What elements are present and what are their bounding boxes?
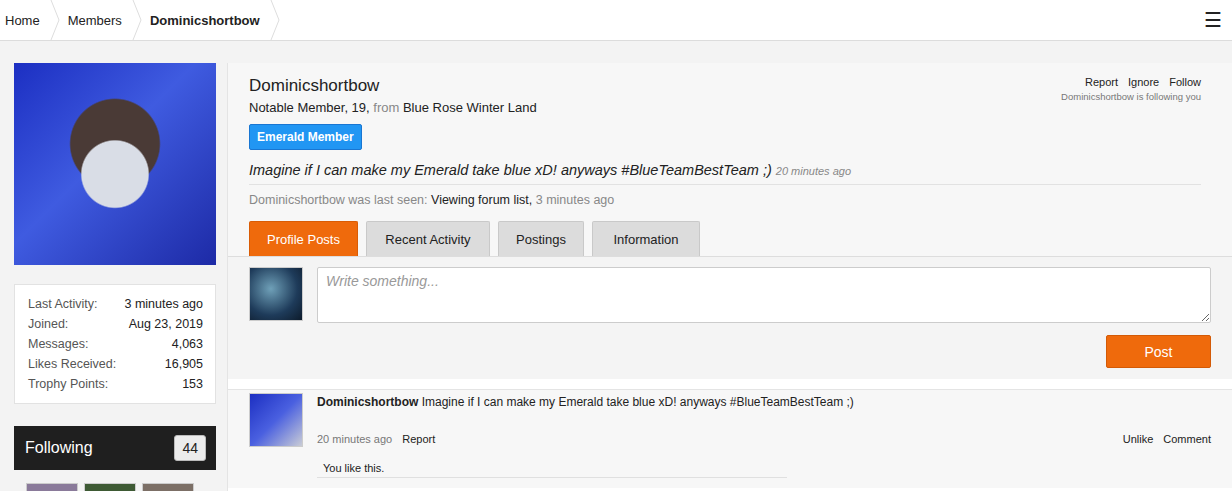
breadcrumb-item[interactable]: Home bbox=[0, 0, 60, 40]
post-author[interactable]: Dominicshortbow bbox=[317, 395, 418, 409]
chevron-icon bbox=[50, 0, 60, 40]
stat-value: 3 minutes ago bbox=[124, 294, 203, 314]
stat-label: Trophy Points: bbox=[28, 374, 108, 394]
composer: Post bbox=[228, 256, 1232, 379]
following-avatar[interactable] bbox=[26, 483, 78, 491]
tab[interactable]: Postings bbox=[498, 221, 584, 256]
stat-label: Last Activity: bbox=[28, 294, 97, 314]
stat-value: 16,905 bbox=[165, 354, 203, 374]
post-time: 20 minutes ago bbox=[317, 433, 392, 445]
tab-bar: Profile PostsRecent ActivityPostingsInfo… bbox=[249, 221, 1201, 256]
status-message: Imagine if I can make my Emerald take bl… bbox=[249, 162, 1201, 185]
tab[interactable]: Information bbox=[592, 221, 700, 256]
author-avatar bbox=[249, 393, 303, 447]
profile-post: Dominicshortbow Imagine if I can make my… bbox=[228, 389, 1232, 488]
profile-avatar bbox=[14, 63, 216, 265]
stat-row: Trophy Points: 153 bbox=[28, 374, 203, 394]
username: Dominicshortbow bbox=[249, 75, 537, 97]
post-text: Dominicshortbow Imagine if I can make my… bbox=[317, 393, 1211, 410]
stat-row: Joined: Aug 23, 2019 bbox=[28, 314, 203, 334]
stat-label: Messages: bbox=[28, 334, 88, 354]
breadcrumb-item[interactable]: Members bbox=[60, 0, 142, 40]
stat-value: 153 bbox=[182, 374, 203, 394]
user-blurb: Notable Member, 19, from Blue Rose Winte… bbox=[249, 99, 537, 117]
following-count: 44 bbox=[174, 435, 206, 461]
post-action[interactable]: Unlike bbox=[1123, 433, 1154, 445]
stat-value: 4,063 bbox=[172, 334, 203, 354]
post-action[interactable]: Comment bbox=[1163, 433, 1211, 445]
following-avatar[interactable] bbox=[142, 483, 194, 491]
post-button[interactable]: Post bbox=[1106, 335, 1211, 368]
stat-row: Messages: 4,063 bbox=[28, 334, 203, 354]
likes-summary: You like this. bbox=[317, 459, 787, 478]
menu-icon[interactable]: ☰ bbox=[1200, 8, 1226, 32]
breadcrumb: HomeMembersDominicshortbow bbox=[0, 0, 280, 40]
post-input[interactable] bbox=[317, 267, 1211, 323]
post-action[interactable]: Report bbox=[402, 433, 435, 445]
following-header[interactable]: Following44 bbox=[14, 426, 216, 470]
stat-label: Likes Received: bbox=[28, 354, 116, 374]
tab[interactable]: Profile Posts bbox=[249, 221, 358, 256]
profile-main: Dominicshortbow Notable Member, 19, from … bbox=[227, 63, 1232, 491]
action-link[interactable]: Ignore bbox=[1128, 76, 1159, 88]
post-meta: 20 minutes ago Report Unlike Comment bbox=[317, 433, 1211, 445]
last-seen: Dominicshortbow was last seen: Viewing f… bbox=[249, 193, 1201, 207]
user-badge: Emerald Member bbox=[249, 124, 362, 150]
stat-value: Aug 23, 2019 bbox=[129, 314, 203, 334]
page: Last Activity: 3 minutes ago Joined: Aug 23… bbox=[0, 41, 1232, 491]
profile-actions: Report Ignore Follow bbox=[1085, 76, 1201, 88]
location-link[interactable]: Blue Rose Winter Land bbox=[403, 100, 537, 115]
action-link[interactable]: Follow bbox=[1169, 76, 1201, 88]
following-note: Dominicshortbow is following you bbox=[1061, 91, 1201, 102]
viewer-avatar bbox=[249, 267, 303, 321]
top-bar: HomeMembersDominicshortbow ☰ bbox=[0, 0, 1232, 41]
profile-header: Dominicshortbow Notable Member, 19, from … bbox=[228, 63, 1232, 256]
chevron-icon bbox=[270, 0, 280, 40]
following-avatar[interactable] bbox=[84, 483, 136, 491]
stat-row: Likes Received: 16,905 bbox=[28, 354, 203, 374]
stat-label: Joined: bbox=[28, 314, 68, 334]
sidebar: Last Activity: 3 minutes ago Joined: Aug 23… bbox=[14, 63, 216, 491]
stats-box: Last Activity: 3 minutes ago Joined: Aug 23… bbox=[14, 284, 216, 404]
chevron-icon bbox=[132, 0, 142, 40]
stat-row: Last Activity: 3 minutes ago bbox=[28, 294, 203, 314]
breadcrumb-item[interactable]: Dominicshortbow bbox=[142, 0, 280, 40]
following-list bbox=[14, 483, 216, 491]
action-link[interactable]: Report bbox=[1085, 76, 1118, 88]
tab[interactable]: Recent Activity bbox=[366, 221, 490, 256]
